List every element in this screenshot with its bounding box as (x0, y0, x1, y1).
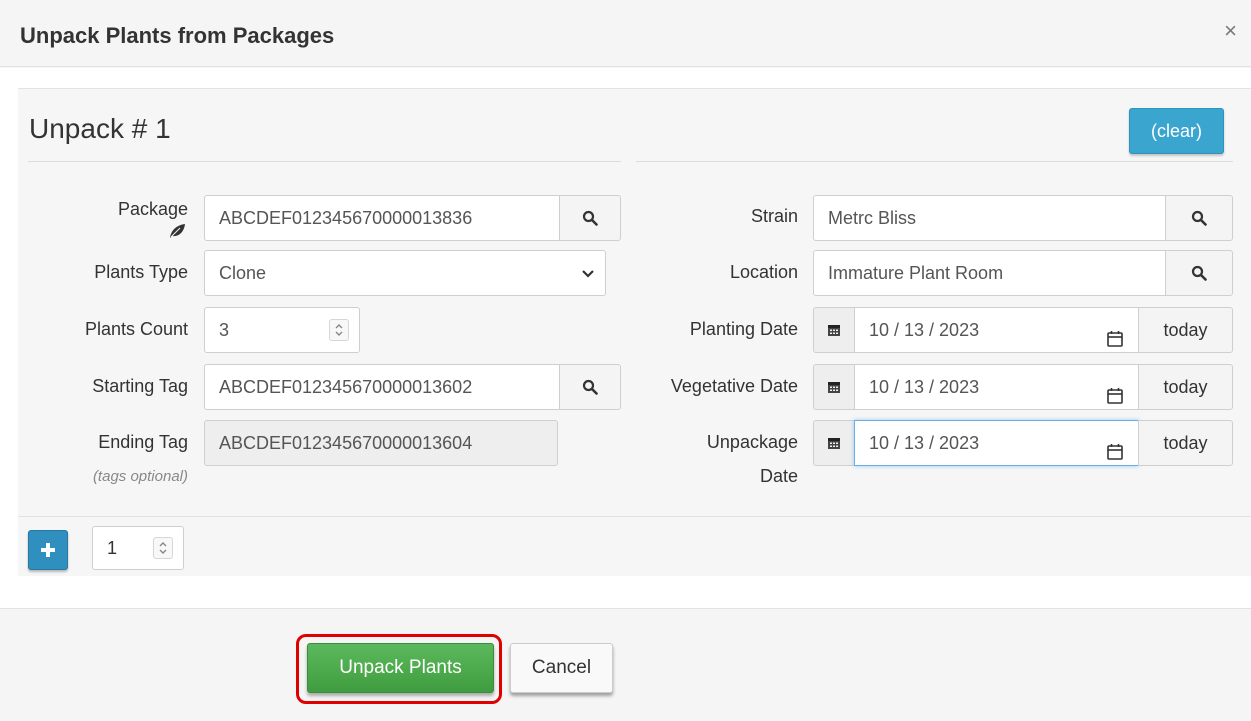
search-icon (582, 379, 598, 395)
plants-count-label: Plants Count (84, 319, 188, 339)
package-label: Package (117, 199, 188, 219)
unpackage-today-button[interactable]: today (1138, 420, 1233, 466)
package-search-button[interactable] (559, 195, 621, 241)
chevron-down-icon (581, 251, 595, 295)
location-search-button[interactable] (1165, 250, 1233, 296)
starting-tag-input[interactable]: ABCDEF012345670000013602 (204, 364, 560, 410)
calendar-grid-icon (828, 325, 840, 336)
unpack-dialog: Unpack Plants from Packages × Unpack # 1… (0, 0, 1251, 721)
dialog-body: Unpack # 1 (clear) Package ABCDEF0123456… (0, 68, 1251, 608)
unpack-plants-button[interactable]: Unpack Plants (307, 643, 494, 693)
calendar-addon (813, 307, 855, 353)
search-icon (582, 210, 598, 226)
cancel-button[interactable]: Cancel (510, 643, 613, 693)
tags-optional-hint: (tags optional) (92, 468, 188, 485)
strain-input[interactable]: Metrc Bliss (813, 195, 1166, 241)
vegetative-today-button[interactable]: today (1138, 364, 1233, 410)
location-input[interactable]: Immature Plant Room (813, 250, 1166, 296)
calendar-icon[interactable] (1106, 320, 1124, 352)
vegetative-date-label: Vegetative Date (670, 376, 798, 396)
dialog-header: Unpack Plants from Packages × (0, 0, 1251, 67)
plants-type-select[interactable]: Clone (204, 250, 606, 296)
leaf-icon (170, 224, 185, 238)
unpack-panel: Unpack # 1 (clear) Package ABCDEF0123456… (18, 88, 1251, 576)
planting-date-input[interactable]: 10 / 13 / 2023 (854, 307, 1139, 353)
calendar-grid-icon (828, 438, 840, 449)
vegetative-date-value: 10 / 13 / 2023 (869, 377, 980, 397)
search-icon (1191, 265, 1207, 281)
divider (636, 161, 1233, 162)
count-stepper-icon[interactable] (153, 537, 173, 559)
starting-tag-search-button[interactable] (559, 364, 621, 410)
vegetative-date-input[interactable]: 10 / 13 / 2023 (854, 364, 1139, 410)
plus-icon (41, 543, 55, 557)
ending-tag-input: ABCDEF012345670000013604 (204, 420, 558, 466)
close-icon[interactable]: × (1224, 20, 1237, 42)
calendar-addon (813, 420, 855, 466)
planting-date-label: Planting Date (689, 319, 798, 339)
strain-label: Strain (750, 206, 798, 226)
package-input[interactable]: ABCDEF012345670000013836 (204, 195, 560, 241)
clear-button[interactable]: (clear) (1129, 108, 1224, 154)
dialog-footer: Unpack Plants Cancel (0, 608, 1251, 721)
divider (18, 516, 1251, 517)
plants-type-value: Clone (219, 263, 267, 283)
dialog-title: Unpack Plants from Packages (20, 23, 335, 48)
unpack-title: Unpack # 1 (29, 113, 171, 144)
add-unpack-button[interactable] (28, 530, 68, 570)
plants-count-input[interactable]: 3 (204, 307, 360, 353)
search-icon (1191, 210, 1207, 226)
count-stepper-icon[interactable] (329, 319, 349, 341)
calendar-addon (813, 364, 855, 410)
plants-type-label: Plants Type (94, 262, 188, 282)
add-count-value: 1 (107, 538, 118, 558)
calendar-icon[interactable] (1106, 433, 1124, 465)
unpackage-date-value: 10 / 13 / 2023 (869, 433, 980, 453)
planting-date-value: 10 / 13 / 2023 (869, 320, 980, 340)
strain-search-button[interactable] (1165, 195, 1233, 241)
location-label: Location (729, 262, 798, 282)
starting-tag-label: Starting Tag (92, 376, 188, 396)
unpackage-date-input[interactable]: 10 / 13 / 2023 (854, 420, 1139, 466)
calendar-icon[interactable] (1106, 377, 1124, 409)
unpackage-date-label: Unpackage (706, 432, 798, 452)
divider (28, 161, 621, 162)
unpackage-date-label-cont: Date (759, 466, 798, 486)
planting-today-button[interactable]: today (1138, 307, 1233, 353)
plants-count-value: 3 (219, 320, 230, 340)
ending-tag-label: Ending Tag (98, 432, 188, 452)
add-count-input[interactable]: 1 (92, 526, 184, 570)
calendar-grid-icon (828, 382, 840, 393)
